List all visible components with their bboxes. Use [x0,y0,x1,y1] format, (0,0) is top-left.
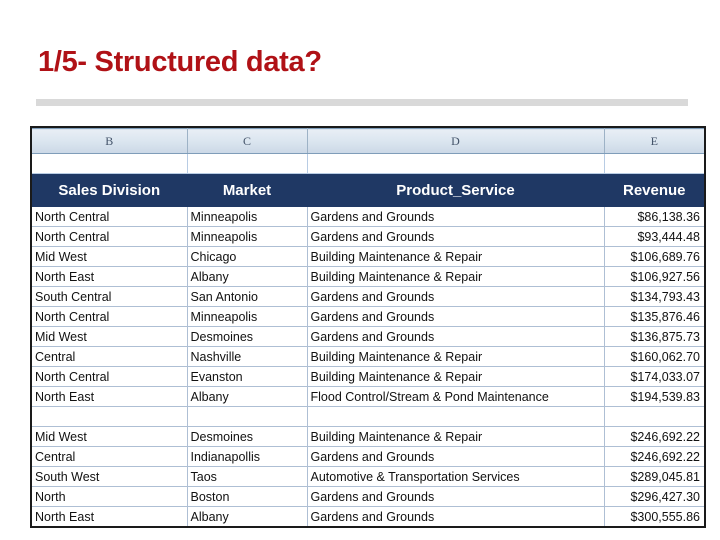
cell-division: Central [32,346,188,367]
cell-market: Taos [187,466,308,487]
table-header-row: Sales Division Market Product_Service Reven… [32,173,704,207]
cell-division: South Central [32,286,188,307]
column-letter-b[interactable]: B [32,128,188,154]
cell-product: Building Maintenance & Repair [307,266,605,287]
cell-division: North [32,486,188,507]
table-row: Central Indianapollis Gardens and Grounds $… [32,446,704,467]
cell-revenue: $135,876.46 [604,306,704,327]
table-row: Mid West Desmoines Gardens and Grounds $136… [32,326,704,347]
table-row: Central Nashville Building Maintenance & R… [32,346,704,367]
column-letter-row: BCDE [32,128,704,154]
cell-division: Mid West [32,426,188,447]
table-row: South Central San Antonio Gardens and Grou… [32,286,704,307]
cell-division: North East [32,266,188,287]
spacer-cell [604,153,704,174]
cell-product: Gardens and Grounds [307,486,605,507]
cell-division: North Central [32,226,188,247]
cell-revenue: $93,444.48 [604,226,704,247]
table-row-empty [32,406,704,427]
cell-market: Nashville [187,346,308,367]
cell-revenue: $289,045.81 [604,466,704,487]
spreadsheet-screenshot: B C D E Sales Division Market Product_Service R… [30,126,706,528]
cell-revenue: $296,427.30 [604,486,704,507]
column-header: Product_Service [307,173,605,207]
table-row: Mid West Chicago Building Maintenance & Re… [32,246,704,267]
cell-division [32,406,188,427]
cell-market: Minneapolis [187,306,308,327]
table-row: North Central Minneapolis Gardens and Grou… [32,226,704,247]
cell-product: Building Maintenance & Repair [307,426,605,447]
cell-revenue: $246,692.22 [604,426,704,447]
cell-division: North Central [32,366,188,387]
cell-revenue: $246,692.22 [604,446,704,467]
cell-revenue: $106,927.56 [604,266,704,287]
cell-revenue: $300,555.86 [604,506,704,526]
cell-revenue [604,406,704,427]
cell-market: Minneapolis [187,226,308,247]
cell-revenue: $134,793.43 [604,286,704,307]
table-row: South West Taos Automotive & Transportatio… [32,466,704,487]
cell-market: Boston [187,486,308,507]
cell-revenue: $106,689.76 [604,246,704,267]
cell-product: Gardens and Grounds [307,446,605,467]
cell-product: Building Maintenance & Repair [307,366,605,387]
column-header: Sales Division [32,173,188,207]
table-row: North Boston Gardens and Grounds $296,427.3… [32,486,704,507]
cell-market: Albany [187,506,308,526]
cell-division: Central [32,446,188,467]
cell-product: Building Maintenance & Repair [307,346,605,367]
table-row: Mid West Desmoines Building Maintenance & … [32,426,704,447]
cell-product: Gardens and Grounds [307,506,605,526]
table-row: North East Albany Gardens and Grounds $300,… [32,506,704,526]
cell-market: Desmoines [187,426,308,447]
cell-product: Gardens and Grounds [307,326,605,347]
cell-division: North East [32,386,188,407]
cell-market: Minneapolis [187,207,308,227]
cell-product: Building Maintenance & Repair [307,246,605,267]
page-title: 1/5- Structured data? [38,46,322,78]
cell-market: Indianapollis [187,446,308,467]
spacer-cell [307,153,605,174]
cell-market: Chicago [187,246,308,267]
cell-product: Gardens and Grounds [307,306,605,327]
spacer-cell [187,153,308,174]
column-header: Revenue [604,173,704,207]
data-table: B C D E Sales Division Market Product_Service R… [32,128,704,526]
cell-revenue: $160,062.70 [604,346,704,367]
table-row: North Central Minneapolis Gardens and Grou… [32,306,704,327]
column-header: Market [187,173,308,207]
column-letter-c[interactable]: C [187,128,308,154]
cell-division: South West [32,466,188,487]
cell-product: Gardens and Grounds [307,226,605,247]
cell-market [187,406,308,427]
column-letter-d[interactable]: D [307,128,605,154]
cell-division: Mid West [32,246,188,267]
cell-market: Albany [187,386,308,407]
spacer-row [32,153,704,174]
column-letter-e[interactable]: E [604,128,704,154]
table-row: North Central Evanston Building Maintenanc… [32,366,704,387]
table-row: North East Albany Building Maintenance & R… [32,266,704,287]
cell-revenue: $86,138.36 [604,207,704,227]
cell-market: Desmoines [187,326,308,347]
cell-revenue: $174,033.07 [604,366,704,387]
table-row: North East Albany Flood Control/Stream & P… [32,386,704,407]
spacer-cell [32,153,188,174]
cell-market: Albany [187,266,308,287]
cell-revenue: $136,875.73 [604,326,704,347]
cell-product: Automotive & Transportation Services [307,466,605,487]
cell-division: North Central [32,207,188,227]
cell-product: Flood Control/Stream & Pond Maintenance [307,386,605,407]
cell-market: Evanston [187,366,308,387]
table-row: North Central Minneapolis Gardens and Grou… [32,207,704,227]
cell-division: Mid West [32,326,188,347]
cell-revenue: $194,539.83 [604,386,704,407]
title-divider [36,99,688,106]
cell-market: San Antonio [187,286,308,307]
cell-division: North East [32,506,188,526]
cell-product: Gardens and Grounds [307,286,605,307]
cell-division: North Central [32,306,188,327]
cell-product [307,406,605,427]
cell-product: Gardens and Grounds [307,207,605,227]
